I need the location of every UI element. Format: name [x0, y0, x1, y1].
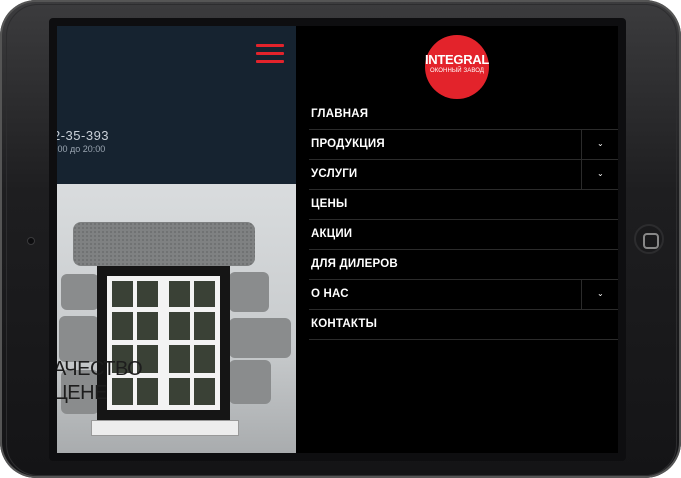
camera-icon	[27, 237, 35, 245]
hamburger-icon[interactable]	[256, 44, 284, 64]
home-button[interactable]	[634, 224, 664, 254]
menu-item-home[interactable]: ГЛАВНАЯ	[309, 100, 618, 130]
main-navigation: ГЛАВНАЯ ПРОДУКЦИЯ ⌄ УСЛУГИ ⌄ ЦЕНЫ АКЦИИ	[309, 100, 618, 340]
logo-title: INTEGRAL	[425, 52, 490, 67]
expand-submenu-button[interactable]: ⌄	[581, 130, 618, 159]
screen: 2-35-393 :00 до 20:00 АЧЕСТВО ЦЕНЕ INTEG…	[57, 26, 618, 453]
menu-item-dealers[interactable]: ДЛЯ ДИЛЕРОВ	[309, 250, 618, 280]
hero-image: АЧЕСТВО ЦЕНЕ	[57, 184, 296, 453]
menu-item-contacts[interactable]: КОНТАКТЫ	[309, 310, 618, 340]
hero-slogan-line1: АЧЕСТВО	[57, 358, 143, 380]
window-sill	[91, 420, 239, 436]
menu-item-products[interactable]: ПРОДУКЦИЯ ⌄	[309, 130, 618, 160]
menu-item-label: УСЛУГИ	[311, 168, 358, 180]
menu-item-prices[interactable]: ЦЕНЫ	[309, 190, 618, 220]
expand-submenu-button[interactable]: ⌄	[581, 280, 618, 309]
window-sash	[107, 276, 220, 410]
hero-slogan-line2: ЦЕНЕ	[57, 382, 107, 404]
window-frame	[97, 266, 230, 422]
menu-item-label: ПРОДУКЦИЯ	[311, 138, 385, 150]
tablet-device: 2-35-393 :00 до 20:00 АЧЕСТВО ЦЕНЕ INTEG…	[0, 0, 681, 478]
stone-block	[59, 316, 99, 362]
working-hours: :00 до 20:00	[57, 144, 106, 154]
menu-item-label: ЦЕНЫ	[311, 198, 348, 210]
site-header: 2-35-393 :00 до 20:00	[57, 26, 296, 184]
menu-item-label: О НАС	[311, 288, 349, 300]
chevron-down-icon: ⌄	[597, 289, 604, 298]
integral-logo[interactable]: INTEGRAL ОКОННЫЙ ЗАВОД	[425, 35, 489, 99]
menu-item-label: КОНТАКТЫ	[311, 318, 378, 330]
menu-item-promotions[interactable]: АКЦИИ	[309, 220, 618, 250]
website-background: 2-35-393 :00 до 20:00 АЧЕСТВО ЦЕНЕ	[57, 26, 296, 453]
side-menu: INTEGRAL ОКОННЫЙ ЗАВОД ГЛАВНАЯ ПРОДУКЦИЯ…	[296, 26, 618, 453]
menu-item-label: ГЛАВНАЯ	[311, 108, 369, 120]
expand-submenu-button[interactable]: ⌄	[581, 160, 618, 189]
menu-item-label: ДЛЯ ДИЛЕРОВ	[311, 258, 398, 270]
phone-number[interactable]: 2-35-393	[57, 128, 109, 143]
chevron-down-icon: ⌄	[597, 139, 604, 148]
stone-lintel	[73, 222, 255, 266]
menu-item-label: АКЦИИ	[311, 228, 353, 240]
stone-block	[229, 272, 269, 312]
menu-item-about[interactable]: О НАС ⌄	[309, 280, 618, 310]
stone-block	[229, 318, 291, 358]
stone-block	[61, 274, 99, 310]
menu-item-services[interactable]: УСЛУГИ ⌄	[309, 160, 618, 190]
home-button-icon	[643, 233, 659, 249]
chevron-down-icon: ⌄	[597, 169, 604, 178]
logo-subtitle: ОКОННЫЙ ЗАВОД	[429, 68, 485, 74]
stone-block	[229, 360, 271, 404]
